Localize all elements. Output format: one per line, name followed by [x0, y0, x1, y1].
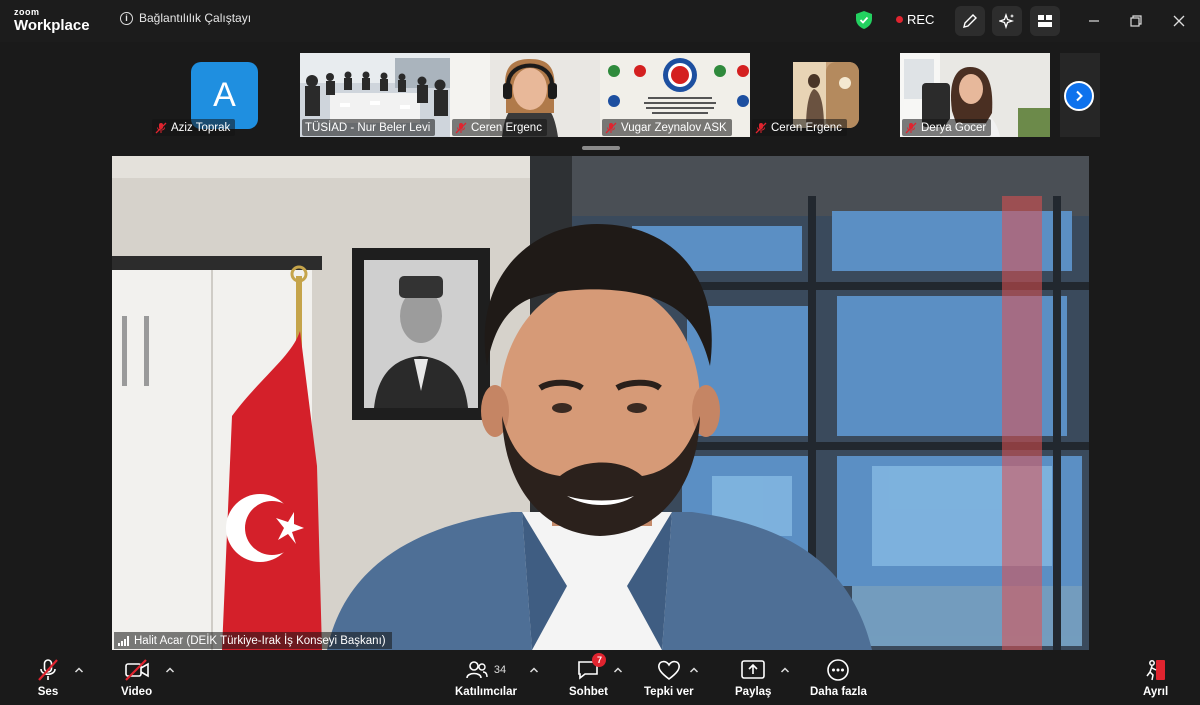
strip-resize-handle[interactable] — [582, 146, 620, 150]
participant-name: Derya Gocer — [921, 121, 987, 134]
participant-strip: A Aziz Toprak TÜSİAD - Nur Beler Levi Ce… — [0, 42, 1200, 150]
ai-companion-button[interactable] — [992, 6, 1022, 36]
meeting-info-button[interactable]: i Bağlantılılık Çalıştayı — [120, 11, 251, 25]
participant-name: Aziz Toprak — [171, 121, 231, 134]
participant-label: TÜSİAD - Nur Beler Levi — [302, 119, 436, 136]
chat-label: Sohbet — [569, 686, 608, 698]
app-logo: zoom Workplace — [14, 7, 90, 34]
info-icon: i — [120, 11, 133, 25]
reactions-options-caret[interactable] — [688, 664, 700, 676]
share-screen-icon — [741, 660, 766, 679]
participants-icon — [466, 661, 488, 679]
speaker-video-frame — [112, 156, 1089, 650]
video-button[interactable]: Video — [121, 657, 152, 698]
speaker-name: Halit Acar (DEİK Türkiye-Irak İş Konseyi… — [134, 634, 386, 647]
participant-label: Ceren Ergenc — [752, 119, 847, 136]
participant-tile[interactable]: Vugar Zeynalov ASK — [600, 53, 750, 137]
chevron-right-icon — [1076, 90, 1083, 102]
participant-label: Vugar Zeynalov ASK — [602, 119, 732, 136]
participant-tile[interactable]: Derya Gocer — [900, 53, 1050, 137]
mic-muted-icon — [36, 657, 60, 683]
participant-tile[interactable]: TÜSİAD - Nur Beler Levi — [300, 53, 450, 137]
participant-tile[interactable]: A Aziz Toprak — [150, 53, 300, 137]
pencil-icon — [963, 14, 977, 28]
participant-label: Derya Gocer — [902, 119, 992, 136]
mic-muted-icon — [905, 122, 917, 134]
participant-label: Aziz Toprak — [152, 119, 236, 136]
reactions-label: Tepki ver — [644, 686, 694, 698]
close-button[interactable] — [1171, 13, 1187, 29]
leave-button[interactable]: Ayrıl — [1143, 657, 1168, 698]
recording-dot-icon — [896, 16, 903, 23]
active-speaker-video[interactable]: Halit Acar (DEİK Türkiye-Irak İş Konseyi… — [112, 156, 1089, 650]
connection-signal-icon — [118, 635, 129, 646]
encryption-shield-icon[interactable] — [856, 11, 872, 34]
audio-label: Ses — [37, 686, 59, 698]
audio-button[interactable]: Ses — [36, 657, 60, 698]
leave-label: Ayrıl — [1143, 686, 1169, 698]
participant-name: Ceren Ergenc — [771, 121, 842, 134]
participants-options-caret[interactable] — [528, 664, 540, 676]
active-speaker-label: Halit Acar (DEİK Türkiye-Irak İş Konseyi… — [114, 632, 392, 649]
video-options-caret[interactable] — [164, 664, 176, 676]
recording-indicator[interactable]: REC — [896, 12, 934, 27]
share-label: Paylaş — [735, 686, 772, 698]
minimize-icon — [1089, 20, 1099, 22]
share-button[interactable]: Paylaş — [735, 657, 771, 698]
more-label: Daha fazla — [810, 686, 867, 698]
video-off-icon — [124, 657, 150, 683]
share-options-caret[interactable] — [779, 664, 791, 676]
chat-button[interactable]: 7 Sohbet — [569, 653, 608, 698]
grid-view-icon — [1038, 15, 1052, 27]
sparkle-icon — [999, 13, 1015, 29]
next-page-button[interactable] — [1064, 81, 1094, 111]
meeting-controls: Ses Video 34 Katılımcılar 7 Sohbet Tepki… — [0, 650, 1200, 705]
video-label: Video — [121, 686, 153, 698]
restore-button[interactable] — [1128, 13, 1144, 29]
restore-icon — [1130, 15, 1142, 27]
recording-label: REC — [907, 12, 935, 27]
participant-name: Vugar Zeynalov ASK — [621, 121, 727, 134]
mic-muted-icon — [755, 122, 767, 134]
participants-label: Katılımcılar — [455, 686, 517, 698]
meeting-title: Bağlantılılık Çalıştayı — [139, 11, 252, 25]
participant-name: Ceren Ergenc — [471, 121, 542, 134]
minimize-button[interactable] — [1086, 13, 1102, 29]
participant-tile[interactable]: Ceren Ergenc — [750, 53, 900, 137]
participants-button[interactable]: 34 Katılımcılar — [455, 657, 517, 698]
chat-options-caret[interactable] — [612, 664, 624, 676]
participant-name: TÜSİAD - Nur Beler Levi — [305, 121, 431, 134]
heart-icon — [657, 660, 680, 681]
participants-count: 34 — [493, 664, 507, 676]
close-icon — [1173, 15, 1185, 27]
chat-unread-badge: 7 — [592, 653, 607, 667]
mic-muted-icon — [155, 122, 167, 134]
reactions-button[interactable]: Tepki ver — [644, 657, 694, 698]
leave-icon — [1145, 660, 1165, 681]
participant-tile[interactable]: Ceren Ergenc — [450, 53, 600, 137]
more-button[interactable]: Daha fazla — [810, 657, 867, 698]
more-icon — [827, 659, 850, 681]
audio-options-caret[interactable] — [73, 664, 85, 676]
mic-muted-icon — [455, 122, 467, 134]
title-bar: zoom Workplace i Bağlantılılık Çalıştayı… — [0, 0, 1200, 42]
participant-label: Ceren Ergenc — [452, 119, 547, 136]
view-layout-button[interactable] — [1030, 6, 1060, 36]
mic-muted-icon — [605, 122, 617, 134]
brand-small: zoom — [14, 7, 40, 17]
brand-large: Workplace — [14, 17, 90, 34]
annotate-button[interactable] — [955, 6, 985, 36]
